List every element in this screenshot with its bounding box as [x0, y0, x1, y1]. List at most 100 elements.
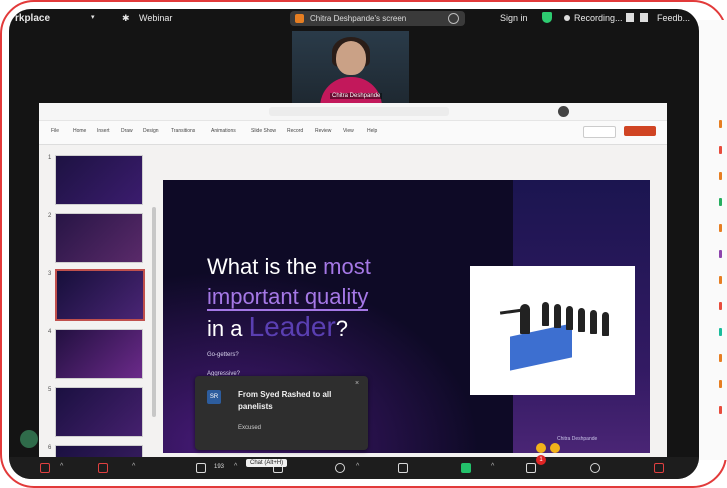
zoom-toolbar: ^ ^ 193 ^ ^ ^ 1 [9, 455, 699, 479]
sign-in-link[interactable]: Sign in [500, 13, 528, 23]
zoom-top-bar: rkplace ▾ ✱ Webinar Chitra Deshpande's s… [9, 9, 699, 27]
participant-count: 193 [214, 464, 225, 470]
sidebar-marker [719, 380, 722, 388]
thumbnail-scrollbar[interactable] [152, 207, 156, 417]
menu-transitions[interactable]: Transitions [171, 128, 195, 134]
illustration-figure [566, 306, 573, 330]
reactions-icon[interactable] [335, 463, 345, 473]
thumbs-up-icon [550, 443, 560, 453]
share-icon [295, 14, 304, 23]
chat-notification-message: Excused [238, 425, 262, 431]
sidebar-marker [719, 146, 722, 154]
user-avatar[interactable] [558, 106, 569, 117]
search-box[interactable] [269, 107, 449, 116]
thumbs-up-icon [536, 443, 546, 453]
menu-review[interactable]: Review [315, 128, 331, 134]
share-screen-icon[interactable] [461, 463, 471, 473]
view-options-icon[interactable] [448, 13, 459, 24]
thumb-number: 5 [48, 387, 52, 393]
slide-title-question-mark: ? [335, 316, 349, 341]
menu-view[interactable]: View [343, 128, 354, 134]
menu-draw[interactable]: Draw [121, 128, 133, 134]
sidebar-marker [719, 224, 722, 232]
participants-icon[interactable] [196, 463, 206, 473]
thumb-number: 2 [48, 213, 52, 219]
leave-icon[interactable] [654, 463, 664, 473]
screen-share-title-text: Chitra Deshpande's screen [310, 14, 407, 23]
chat-notification[interactable]: SR From Syed Rashed to all panelists Exc… [195, 376, 368, 450]
chat-notification-header: From Syed Rashed to all panelists [238, 390, 332, 411]
leader-illustration [470, 266, 635, 395]
chevron-up-icon[interactable]: ^ [234, 463, 237, 470]
pause-icon[interactable] [626, 13, 634, 22]
video-off-icon[interactable] [98, 463, 108, 473]
slide-title: What is the most important quality in a … [207, 252, 371, 344]
menu-animations[interactable]: Animations [211, 128, 236, 134]
sidebar-marker [719, 120, 722, 128]
sidebar-marker [719, 302, 722, 310]
sidebar-marker [719, 250, 722, 258]
raise-hand-icon[interactable] [398, 463, 408, 473]
illustration-figure [554, 304, 561, 328]
illustration-leader-figure [520, 304, 530, 334]
chevron-up-icon[interactable]: ^ [132, 463, 135, 470]
feedback-link[interactable]: Feedb... [657, 13, 690, 23]
more-icon[interactable] [590, 463, 600, 473]
zoom-window: rkplace ▾ ✱ Webinar Chitra Deshpande's s… [9, 9, 699, 479]
app-name: rkplace [15, 13, 51, 24]
screen-share-title[interactable]: Chitra Deshpande's screen [290, 11, 465, 26]
slide-thumbnail-2[interactable] [55, 213, 143, 263]
share-button[interactable] [583, 126, 616, 138]
sidebar-marker [719, 406, 722, 414]
slide-thumbnail-1[interactable] [55, 155, 143, 205]
recording-status[interactable]: Recording... [574, 13, 623, 23]
sender-avatar: SR [207, 390, 221, 404]
ppt-title-bar [39, 103, 667, 121]
menu-insert[interactable]: Insert [97, 128, 110, 134]
reaction-bubble[interactable] [20, 430, 38, 448]
present-button[interactable] [624, 126, 656, 136]
stop-icon[interactable] [640, 13, 648, 22]
menu-record[interactable]: Record [287, 128, 303, 134]
slide-footer: Chitra Deshpande [557, 436, 598, 442]
q-and-a-icon[interactable] [526, 463, 536, 473]
paw-icon: ✱ [122, 13, 130, 23]
sidebar-marker [719, 172, 722, 180]
close-icon[interactable]: × [355, 380, 359, 387]
illustration-figure [602, 312, 609, 336]
shield-icon[interactable] [542, 12, 552, 23]
slide-title-leader: Leader [248, 311, 336, 342]
notification-badge: 1 [536, 455, 546, 465]
sidebar-marker [719, 276, 722, 284]
chevron-up-icon[interactable]: ^ [60, 463, 63, 470]
slide-thumbnail-4[interactable] [55, 329, 143, 379]
chat-tooltip: Chat (Alt+H) [246, 459, 288, 467]
recording-icon [564, 15, 570, 21]
thumb-number: 6 [48, 445, 52, 451]
thumb-number: 3 [48, 271, 52, 277]
menu-design[interactable]: Design [143, 128, 159, 134]
video-body [320, 77, 382, 104]
illustration-figure [542, 302, 549, 326]
menu-help[interactable]: Help [367, 128, 377, 134]
chevron-up-icon[interactable]: ^ [491, 463, 494, 470]
chevron-down-icon[interactable]: ▾ [91, 13, 95, 21]
thumb-number: 4 [48, 329, 52, 335]
slide-title-highlight: most [323, 254, 371, 279]
microphone-muted-icon[interactable] [40, 463, 50, 473]
slide-thumbnail-5[interactable] [55, 387, 143, 437]
speaker-video[interactable]: Chitra Deshpande [292, 31, 409, 104]
sidebar-marker [719, 354, 722, 362]
thumb-number: 1 [48, 155, 52, 161]
webinar-label[interactable]: Webinar [139, 13, 172, 23]
slide-title-line2: important quality [207, 284, 369, 311]
illustration-figure [578, 308, 585, 332]
menu-file[interactable]: File [51, 128, 59, 134]
menu-slide-show[interactable]: Slide Show [251, 128, 276, 134]
slide-thumbnail-3-selected[interactable] [55, 269, 145, 321]
video-face [336, 41, 366, 75]
slide-title-line3: in a [207, 316, 249, 341]
chevron-up-icon[interactable]: ^ [356, 463, 359, 470]
menu-home[interactable]: Home [73, 128, 86, 134]
slide-bullet: Go-getters? [207, 352, 239, 358]
